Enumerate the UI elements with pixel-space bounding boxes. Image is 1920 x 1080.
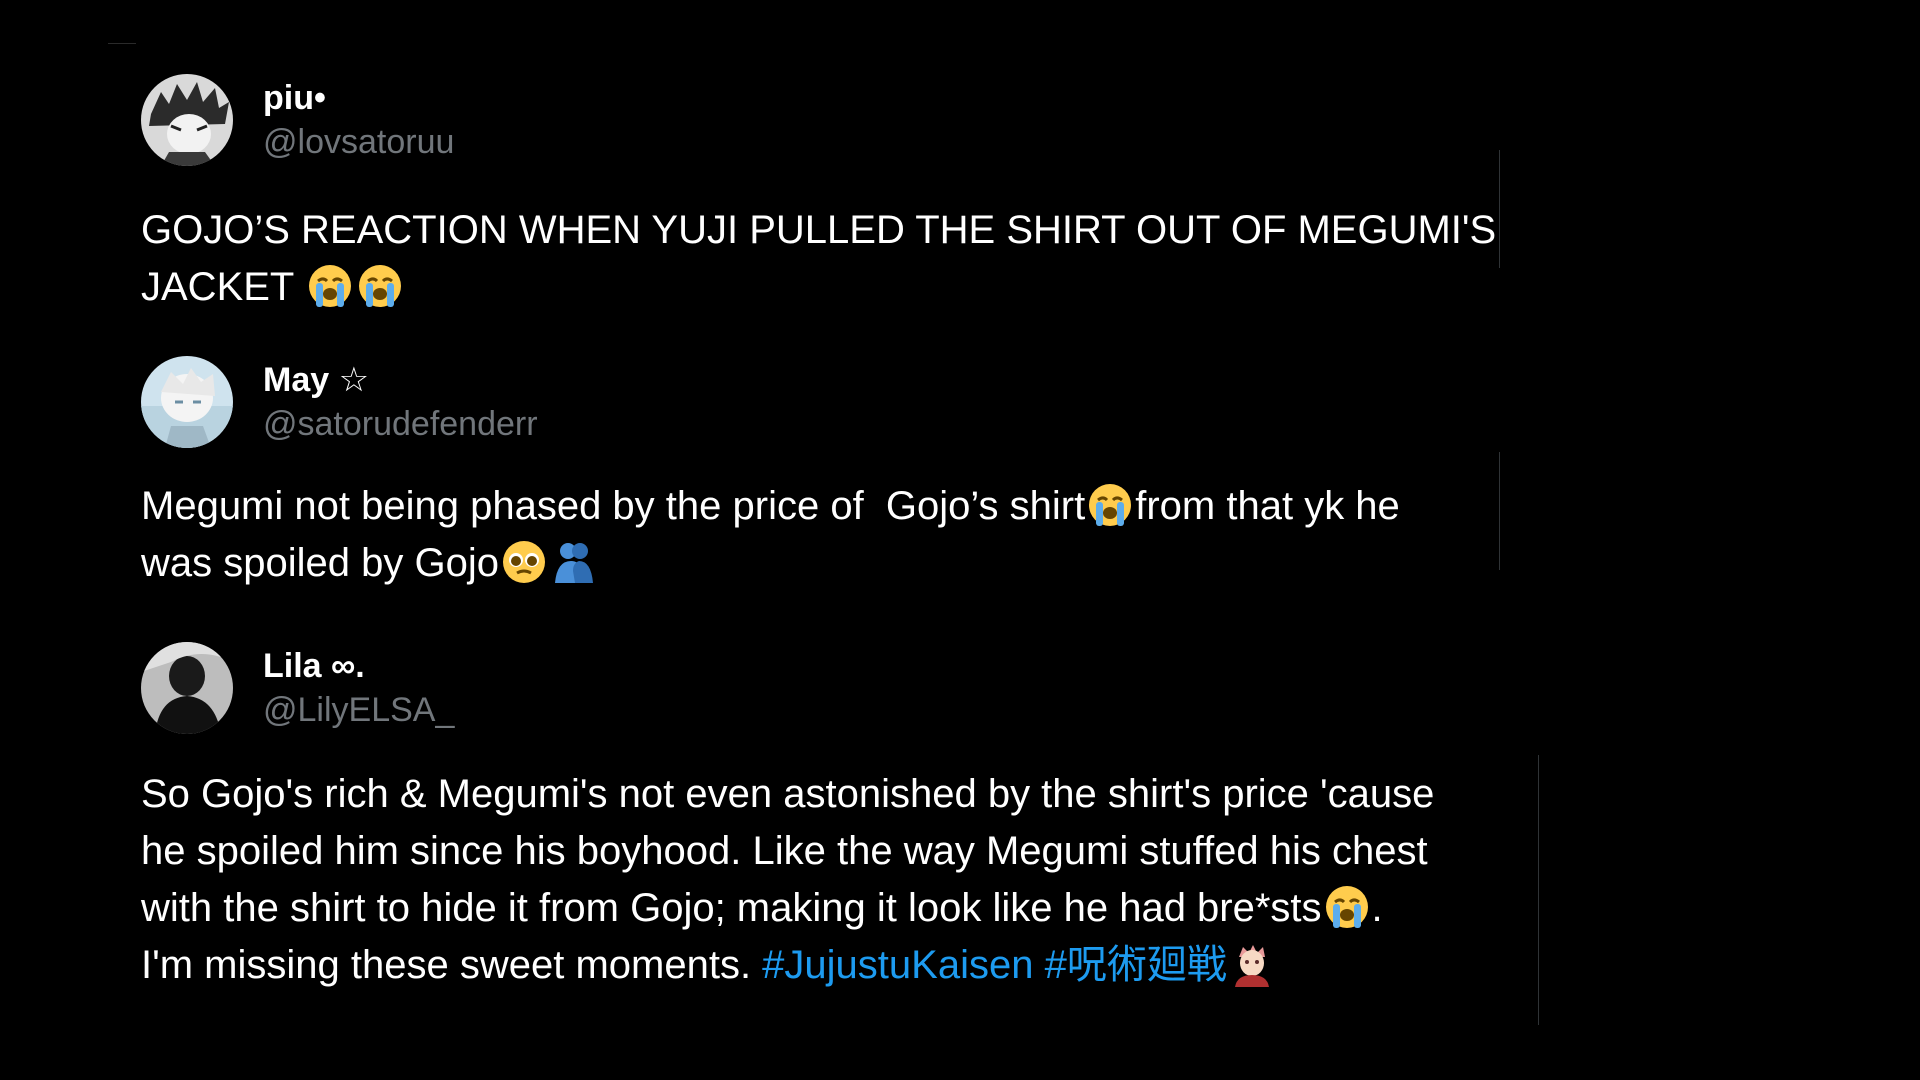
tweet-text-line: he spoiled him since his boyhood. Like t… <box>141 829 1428 873</box>
tweet-author: Lila ∞. @LilyELSA_ <box>263 644 454 732</box>
handle[interactable]: @LilyELSA_ <box>263 688 454 732</box>
tweet-header: Lila ∞. @LilyELSA_ <box>141 640 1521 736</box>
pleading-face-emoji <box>501 539 547 585</box>
tweet-text-part: from that yk he <box>1135 484 1400 528</box>
avatar[interactable] <box>141 74 233 166</box>
handle[interactable]: @satorudefenderr <box>263 402 538 446</box>
tweet-header: May ☆ @satorudefenderr <box>141 354 1521 450</box>
tweet-text-line: GOJO’S REACTION WHEN YUJI PULLED THE SHI… <box>141 208 1497 252</box>
loudly-crying-face-emoji <box>307 263 353 309</box>
tweet-author: piu• @lovsatoruu <box>263 76 454 164</box>
tweet-text: So Gojo's rich & Megumi's not even aston… <box>141 766 1521 994</box>
tweet-header: piu• @lovsatoruu <box>141 72 1521 168</box>
divider-line <box>1499 150 1500 268</box>
hashtag-link[interactable]: #JujustuKaisen <box>762 943 1033 987</box>
tweet-3[interactable]: Lila ∞. @LilyELSA_ So Gojo's rich & Megu… <box>141 640 1521 994</box>
tweet-text-line: with the shirt to hide it from Gojo; mak… <box>141 886 1322 930</box>
people-hugging-emoji <box>551 539 597 585</box>
avatar[interactable] <box>141 642 233 734</box>
display-name[interactable]: piu• <box>263 76 454 120</box>
avatar[interactable] <box>141 356 233 448</box>
tweet-1[interactable]: piu• @lovsatoruu GOJO’S REACTION WHEN YU… <box>141 72 1521 316</box>
hashtag-link[interactable]: #呪術廻戦 <box>1045 943 1227 987</box>
tweet-text-part: was spoiled by Gojo <box>141 541 499 585</box>
display-name[interactable]: Lila ∞. <box>263 644 454 688</box>
tweet-author: May ☆ @satorudefenderr <box>263 358 538 446</box>
corner-mark <box>108 43 136 44</box>
divider-line <box>1538 755 1539 1025</box>
divider-line <box>1499 452 1500 570</box>
tweet-text: GOJO’S REACTION WHEN YUJI PULLED THE SHI… <box>141 202 1521 316</box>
tweet-text: Megumi not being phased by the price of … <box>141 478 1521 592</box>
tweet-text-line: I'm missing these sweet moments. <box>141 943 763 987</box>
tweet-text-line: So Gojo's rich & Megumi's not even aston… <box>141 772 1435 816</box>
tweet-text-line: . <box>1371 886 1383 930</box>
loudly-crying-face-emoji <box>1324 884 1370 930</box>
display-name[interactable]: May ☆ <box>263 358 538 402</box>
loudly-crying-face-emoji <box>357 263 403 309</box>
tweet-text-line: JACKET <box>141 265 305 309</box>
tweet-text-part: Megumi not being phased by the price of … <box>141 484 1086 528</box>
character-face-emoji <box>1229 941 1275 987</box>
handle[interactable]: @lovsatoruu <box>263 120 454 164</box>
tweet-2[interactable]: May ☆ @satorudefenderr Megumi not being … <box>141 354 1521 592</box>
loudly-crying-face-emoji <box>1087 482 1133 528</box>
